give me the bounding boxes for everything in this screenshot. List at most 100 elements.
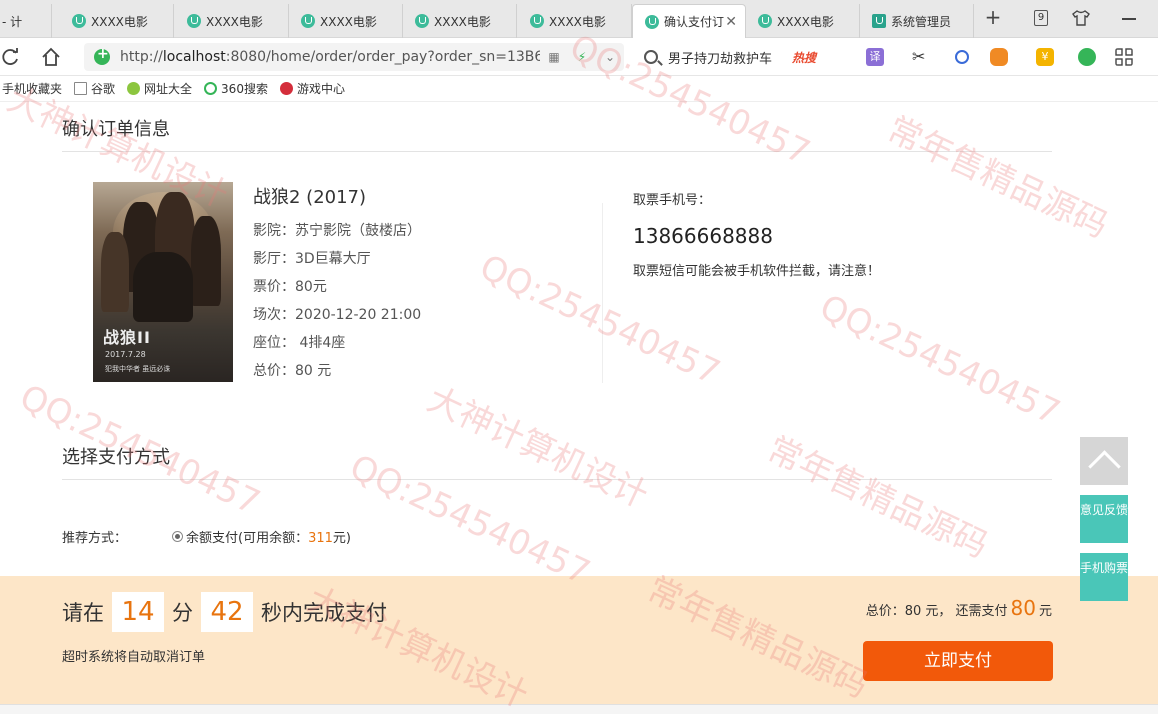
minimize-icon[interactable] [1122,18,1136,20]
search-box[interactable]: 男子持刀劫救护车 热搜 [640,43,850,71]
seat-info: 座位： 4排4座 [253,335,346,351]
divider [62,151,1052,152]
site-favicon-icon [530,14,544,28]
tab-label: XXXX电影 [206,14,263,29]
phone-number: 13866668888 [633,224,773,248]
available-balance: 311 [308,531,333,546]
countdown-bar: 请在 14 分 42 秒内完成支付 超时系统将自动取消订单 总价：80 元， 还… [0,576,1158,704]
bookmark-game-center[interactable]: 游戏中心 [279,80,345,97]
new-tab-icon[interactable]: + [982,6,1004,30]
home-icon[interactable] [40,46,62,68]
bookmarks-bar: 手机收藏夹 谷歌 网址大全 360搜索 游戏中心 [0,76,1158,102]
tab-count-icon[interactable]: 9 [1034,10,1048,26]
countdown-seconds: 42 [201,592,253,632]
poster-tagline: 犯我中华者 虽远必诛 [105,365,171,373]
tab-label: 确认支付订 [664,15,725,29]
site-favicon-icon [301,14,315,28]
tab-label: XXXX电影 [320,14,377,29]
timeout-note: 超时系统将自动取消订单 [62,650,206,665]
poster-title: 战狼II [103,328,151,347]
amount-due: 总价：80 元， 还需支付 80 元 [865,596,1052,620]
poster-date: 2017.7.28 [105,350,146,359]
back-to-top-icon[interactable] [1080,437,1128,485]
refresh-icon[interactable] [0,46,22,68]
site-favicon-icon [187,14,201,28]
url-text[interactable]: http://localhost:8080/home/order/order_p… [120,49,540,65]
page-icon [74,82,88,95]
security-shield-icon [94,46,110,65]
browser-tab-active[interactable]: 确认支付订 ✕ [632,4,746,38]
site-favicon-icon [72,14,86,28]
address-bar[interactable]: http://localhost:8080/home/order/order_p… [84,43,624,71]
order-pay-page: 确认订单信息 战狼II 2017.7.28 犯我中华者 虽远必诛 战狼2 (20… [0,103,1158,714]
browser-tab[interactable]: 系统管理员 [860,4,974,38]
search-icon [644,50,658,64]
browser-tab[interactable]: XXXX电影 [746,4,860,38]
divider [602,203,603,383]
movie-title: 战狼2 (2017) [253,187,367,208]
countdown-minutes: 14 [112,592,164,632]
hot-search-label: 热搜 [792,50,817,65]
ticket-price: 票价：80元 [253,279,327,295]
scissors-icon[interactable]: ✂ [912,48,930,66]
browser-status-bar [0,704,1158,714]
hall-name: 影厅：3D巨幕大厅 [253,251,371,267]
translate-icon[interactable]: 译 [866,48,884,66]
countdown-text: 请在 14 分 42 秒内完成支付 [62,592,387,632]
search-text[interactable]: 男子持刀劫救护车 [668,48,772,67]
browser-tab[interactable]: XXXX电影 [403,4,517,38]
total-price: 总价：80 元 [253,363,332,379]
site-favicon-icon [645,14,659,29]
coupon-icon[interactable]: ¥ [1036,48,1054,66]
movie-poster: 战狼II 2017.7.28 犯我中华者 虽远必诛 [93,182,233,382]
tab-label: - 计 [2,14,23,29]
browser-tab[interactable]: - 计 [0,4,52,38]
tab-label: XXXX电影 [91,14,148,29]
close-tab-icon[interactable]: ✕ [725,14,737,30]
qr-code-icon[interactable]: ▦ [540,50,568,64]
order-info-title: 确认订单信息 [62,119,170,140]
magnifier-icon[interactable] [955,50,969,64]
browser-tab[interactable]: XXXX电影 [60,4,174,38]
site-favicon-icon [415,14,429,28]
site-favicon-icon [872,14,886,28]
payment-method-row: 推荐方式： 余额支付(可用余额：311元) [62,527,351,546]
lightning-icon[interactable]: ⚡ [568,50,596,64]
cinema-name: 影院：苏宁影院（鼓楼店） [253,223,421,239]
balance-pay-label[interactable]: 余额支付(可用余额：311元) [186,527,351,546]
game-center-icon [279,82,293,95]
browser-tab[interactable]: XXXX电影 [175,4,289,38]
divider [62,479,1052,480]
ticket-phone-block: 取票手机号： 13866668888 取票短信可能会被手机软件拦截，请注意！ [633,189,880,279]
feedback-button[interactable]: 意见反馈 [1080,495,1128,543]
bookmark-google[interactable]: 谷歌 [74,80,115,97]
phone-note: 取票短信可能会被手机软件拦截，请注意！ [633,264,881,279]
browser-tab[interactable]: XXXX电影 [289,4,403,38]
tab-label: XXXX电影 [549,14,606,29]
game-icon[interactable] [990,48,1008,66]
showtime: 场次：2020-12-20 21:00 [253,307,422,323]
grid-menu-icon[interactable] [1115,48,1133,66]
browser-nav-bar: http://localhost:8080/home/order/order_p… [0,38,1158,76]
pay-now-button[interactable]: 立即支付 [863,641,1053,681]
browser-tab[interactable]: XXXX电影 [518,4,632,38]
payment-method-title: 选择支付方式 [62,447,170,468]
site-favicon-icon [758,14,772,28]
due-amount: 80 [1010,596,1036,620]
360-search-icon [204,82,218,95]
tab-label: 系统管理员 [891,14,952,29]
green-extension-icon[interactable] [1078,48,1096,66]
bookmark-360-search[interactable]: 360搜索 [204,80,268,97]
chevron-down-icon[interactable]: ⌄ [596,50,624,64]
movie-info: 战狼2 (2017) 影院：苏宁影院（鼓楼店） 影厅：3D巨幕大厅 票价：80元… [253,183,421,385]
skin-shirt-icon[interactable] [1072,9,1090,27]
browser-tab-strip: - 计 XXXX电影 XXXX电影 XXXX电影 XXXX电影 XXXX电影 确… [0,0,1158,38]
mobile-ticket-button[interactable]: 手机购票 [1080,553,1128,601]
recommend-label: 推荐方式： [62,531,128,546]
phone-label: 取票手机号： [633,193,712,208]
balance-pay-radio[interactable] [172,531,184,542]
bookmark-mobile-favorites[interactable]: 手机收藏夹 [2,80,62,97]
url-directory-icon [127,82,141,95]
bookmark-url-directory[interactable]: 网址大全 [127,80,192,97]
tab-label: XXXX电影 [777,14,834,29]
